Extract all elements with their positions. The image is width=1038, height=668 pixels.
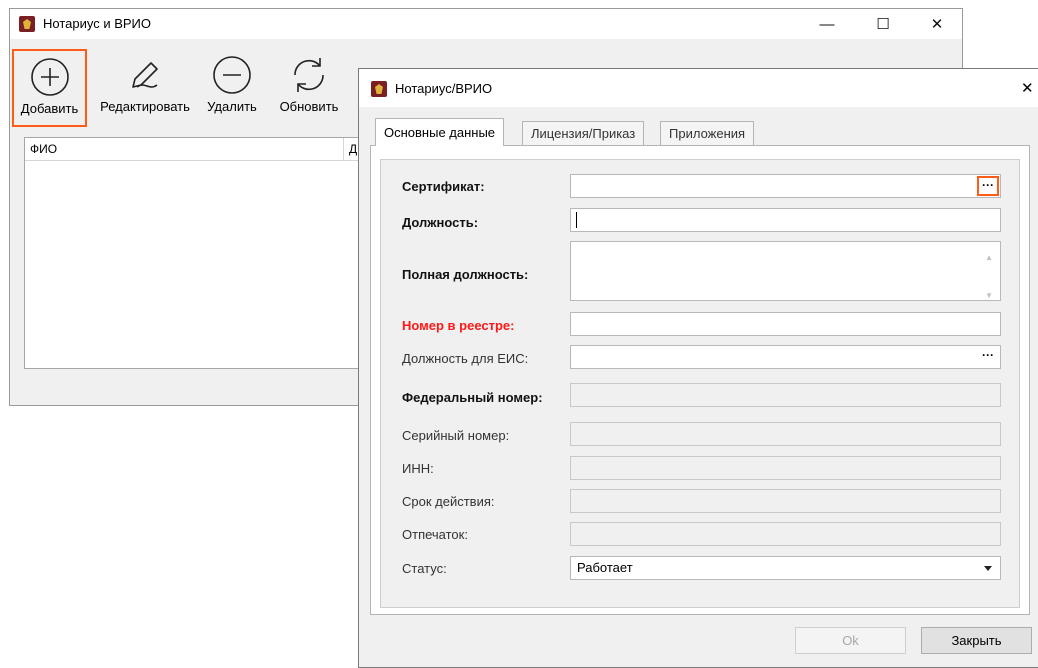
tab-main-data[interactable]: Основные данные [375, 118, 505, 146]
validity-input [570, 489, 1001, 513]
serial-number-label: Серийный номер: [402, 428, 510, 443]
registry-number-input[interactable] [570, 312, 1001, 336]
fields-group: Сертификат: ··· Должность: Полная должно… [380, 159, 1020, 608]
dialog-app-icon [371, 81, 387, 97]
eis-position-field[interactable]: ··· [570, 345, 1001, 369]
eis-position-browse-button[interactable]: ··· [977, 347, 999, 367]
fingerprint-label: Отпечаток: [402, 527, 468, 542]
federal-number-label: Федеральный номер: [402, 390, 543, 405]
dialog-titlebar: Нотариус/ВРИО ✕ [359, 69, 1038, 107]
position-input[interactable] [570, 208, 1001, 232]
serial-number-input [570, 422, 1001, 446]
app-logo-icon [19, 16, 35, 32]
inn-label: ИНН: [402, 461, 434, 476]
add-button-label: Добавить [20, 101, 79, 116]
minimize-icon[interactable]: — [804, 9, 850, 39]
refresh-icon [294, 58, 324, 92]
certificate-label: Сертификат: [402, 179, 485, 194]
tab-license-order[interactable]: Лицензия/Приказ [522, 121, 645, 146]
text-caret [576, 212, 577, 228]
certificate-browse-button[interactable]: ··· [977, 176, 999, 196]
fingerprint-input [570, 522, 1001, 546]
close-button[interactable]: Закрыть [921, 627, 1032, 654]
main-window-title: Нотариус и ВРИО [43, 16, 151, 31]
scroll-down-icon[interactable]: ▼ [985, 285, 993, 307]
dropdown-arrow-icon [984, 566, 992, 571]
plus-circle-icon [30, 58, 69, 96]
column-header-fio[interactable]: ФИО [25, 138, 348, 161]
ok-button[interactable]: Ok [795, 627, 906, 654]
main-titlebar: Нотариус и ВРИО — ☐ ✕ [10, 9, 962, 39]
dialog-title: Нотариус/ВРИО [395, 81, 493, 96]
validity-label: Срок действия: [402, 494, 495, 509]
edit-button[interactable]: Редактировать [89, 49, 201, 127]
full-position-textarea[interactable]: ▲ ▼ [570, 241, 1001, 301]
tab-panel-main-data: Сертификат: ··· Должность: Полная должно… [370, 145, 1030, 615]
status-value: Работает [577, 560, 633, 575]
minus-circle-icon [213, 56, 251, 94]
maximize-icon[interactable]: ☐ [860, 9, 906, 39]
inn-input [570, 456, 1001, 480]
status-select[interactable]: Работает [570, 556, 1001, 580]
refresh-button[interactable]: Обновить [272, 49, 346, 127]
notary-dialog: Нотариус/ВРИО ✕ Основные данные Лицензия… [358, 68, 1038, 668]
federal-number-input [570, 383, 1001, 407]
registry-number-label: Номер в реестре: [402, 318, 515, 333]
refresh-button-label: Обновить [279, 99, 339, 114]
certificate-field[interactable]: ··· [570, 174, 1001, 198]
position-label: Должность: [402, 215, 479, 230]
full-position-label: Полная должность: [402, 267, 529, 282]
tab-attachments[interactable]: Приложения [660, 121, 755, 146]
status-label: Статус: [402, 561, 447, 576]
add-button[interactable]: Добавить [12, 49, 87, 127]
dialog-close-icon[interactable]: ✕ [1021, 79, 1034, 97]
eis-position-label: Должность для ЕИС: [402, 351, 529, 366]
delete-button-label: Удалить [207, 99, 257, 114]
close-icon[interactable]: ✕ [914, 9, 960, 39]
pencil-icon [132, 62, 158, 88]
delete-button[interactable]: Удалить [201, 49, 263, 127]
edit-button-label: Редактировать [100, 99, 190, 114]
scroll-up-icon[interactable]: ▲ [985, 247, 993, 269]
